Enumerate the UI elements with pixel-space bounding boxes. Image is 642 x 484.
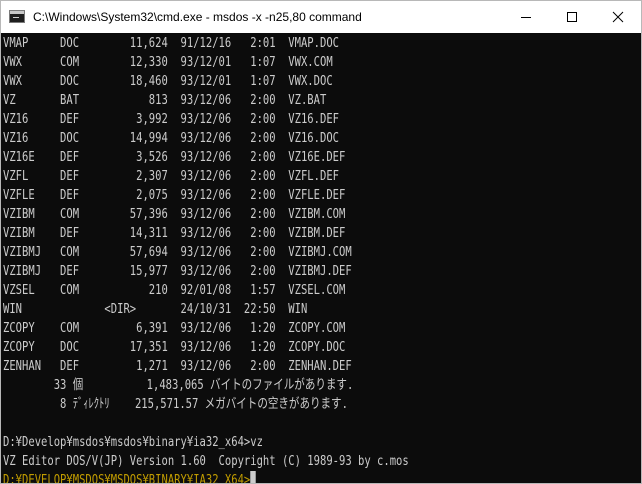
maximize-button[interactable] [549,1,595,33]
console-output[interactable]: VMAP DOC 11,624 91/12/16 2:01 VMAP.DOC V… [1,33,641,483]
summary-files-line: 33 個 1,483,065 バイトのファイルがあります. [3,377,354,393]
listing-line: VWX DOC 18,460 93/12/01 1:07 VWX.DOC [3,73,333,89]
cmd-window: C:\Windows\System32\cmd.exe - msdos -x -… [0,0,642,484]
prompt-text: D:¥DEVELOP¥MSDOS¥MSDOS¥BINARY¥IA32_X64> [3,472,251,483]
listing-line: VWX COM 12,330 93/12/01 1:07 VWX.COM [3,54,333,70]
console-app-icon[interactable] [9,10,25,23]
listing-line: VZ16 DOC 14,994 93/12/06 2:00 VZ16.DOC [3,130,340,146]
listing-line: VZIBM DEF 14,311 93/12/06 2:00 VZIBM.DEF [3,225,346,241]
listing-line: ZCOPY DOC 17,351 93/12/06 1:20 ZCOPY.DOC [3,339,346,355]
command-line: D:¥Develop¥msdos¥msdos¥binary¥ia32_x64>v… [3,434,263,450]
listing-line: VZIBM COM 57,396 93/12/06 2:00 VZIBM.COM [3,206,346,222]
listing-line: VZIBMJ COM 57,694 93/12/06 2:00 VZIBMJ.C… [3,244,352,260]
minimize-button[interactable] [503,1,549,33]
listing-line: VZ BAT 813 93/12/06 2:00 VZ.BAT [3,92,327,108]
listing-line: VZIBMJ DEF 15,977 93/12/06 2:00 VZIBMJ.D… [3,263,352,279]
text-cursor [250,471,256,483]
vz-banner-line: VZ Editor DOS/V(JP) Version 1.60 Copyrig… [3,453,409,469]
listing-line: VZ16E DEF 3,526 93/12/06 2:00 VZ16E.DEF [3,149,346,165]
title-bar[interactable]: C:\Windows\System32\cmd.exe - msdos -x -… [1,1,641,33]
prompt-line[interactable]: D:¥DEVELOP¥MSDOS¥MSDOS¥BINARY¥IA32_X64> [3,471,256,483]
maximize-icon [567,12,577,22]
summary-dirs-line: 8 ﾃﾞｨﾚｸﾄﾘ 215,571.57 メガバイトの空きがあります. [3,396,348,412]
listing-line: VZFLE DEF 2,075 93/12/06 2:00 VZFLE.DEF [3,187,346,203]
listing-line: ZCOPY COM 6,391 93/12/06 1:20 ZCOPY.COM [3,320,346,336]
listing-line: VZSEL COM 210 92/01/08 1:57 VZSEL.COM [3,282,346,298]
close-button[interactable] [595,1,641,33]
listing-line: ZENHAN DEF 1,271 93/12/06 2:00 ZENHAN.DE… [3,358,352,374]
listing-line: VMAP DOC 11,624 91/12/16 2:01 VMAP.DOC [3,35,340,51]
listing-line: VZFL DEF 2,307 93/12/06 2:00 VZFL.DEF [3,168,340,184]
window-title: C:\Windows\System32\cmd.exe - msdos -x -… [33,10,362,24]
close-icon [612,11,624,23]
listing-line: WIN <DIR> 24/10/31 22:50 WIN [3,301,308,317]
minimize-icon [521,17,531,18]
listing-line: VZ16 DEF 3,992 93/12/06 2:00 VZ16.DEF [3,111,340,127]
